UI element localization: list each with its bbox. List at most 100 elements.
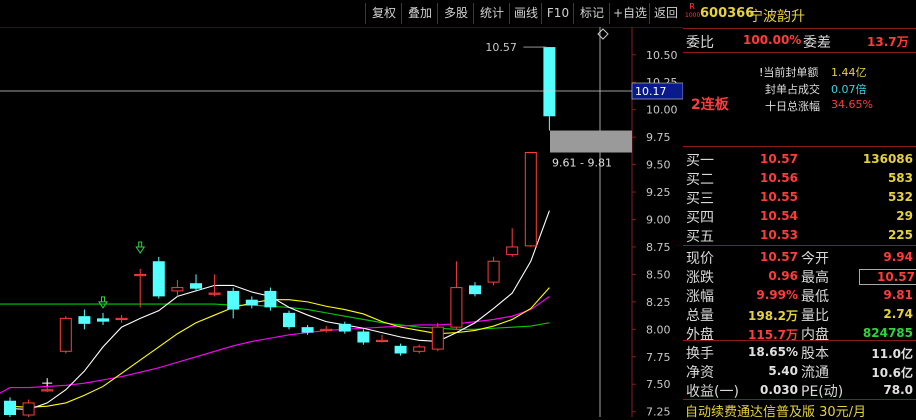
stat-label: 涨幅 — [686, 289, 714, 305]
candle-up — [59, 317, 72, 352]
rzrq-badge: R 1000 — [685, 2, 701, 19]
stock-name: 宁波韵升 — [749, 9, 805, 25]
diamond-marker-icon — [597, 28, 609, 40]
add-watchlist-button[interactable]: +自选 — [609, 3, 650, 24]
bid-volume: 29 — [896, 209, 913, 223]
y-tick-label: 8.50 — [646, 268, 671, 281]
signal-arrow-icon — [135, 241, 146, 254]
fin-label: 流通 — [801, 365, 829, 381]
y-tick-label: 10.00 — [646, 104, 678, 117]
y-tick-label: 7.75 — [646, 351, 671, 364]
stat-value: 824785 — [862, 326, 913, 340]
fin-label: 股本 — [801, 346, 829, 362]
statistics-button[interactable]: 统计 — [473, 3, 510, 24]
weibi-value: 100.00% — [743, 33, 802, 47]
fin-value: 0.030 — [760, 383, 798, 397]
candle-up — [487, 260, 500, 283]
overlay-button[interactable]: 叠加 — [401, 3, 438, 24]
candle-up — [431, 326, 444, 350]
candle-up — [413, 346, 426, 352]
y-tick-label: 8.75 — [646, 241, 671, 254]
bid-price: 10.54 — [760, 209, 798, 223]
candle-down — [469, 285, 481, 295]
candle-up — [450, 287, 463, 328]
fin-value: 10.6亿 — [871, 366, 913, 380]
chart-toolbar: 复权 叠加 多股 统计 画线 F10 标记 +自选 返回 — [0, 0, 683, 27]
stat-label: 今开 — [801, 251, 829, 267]
y-tick-label: 7.50 — [646, 378, 671, 391]
stat-label: 涨跌 — [686, 270, 714, 286]
bid-volume: 583 — [887, 171, 913, 185]
candle-down — [190, 283, 202, 289]
bid-label: 买二 — [686, 172, 714, 188]
multi-stock-button[interactable]: 多股 — [437, 3, 474, 24]
y-tick-label: 8.25 — [646, 296, 671, 309]
seal-ratio-label: 封单占成交 — [765, 83, 820, 96]
signal-arrow-icon — [98, 296, 108, 309]
seal-amount-value: 1.44亿 — [831, 66, 867, 79]
y-tick-label: 9.25 — [646, 186, 671, 199]
candle-down — [394, 345, 407, 354]
stat-value: 198.2万 — [748, 309, 798, 323]
y-tick-label: 10.50 — [646, 49, 678, 62]
y-tick-label: 8.00 — [646, 323, 671, 336]
kline-chart[interactable]: 10.5010.2510.009.759.509.259.008.758.508… — [0, 27, 683, 417]
stat-value: 9.94 — [883, 250, 913, 264]
stat-label: 现价 — [686, 251, 714, 267]
seal-amount-label: !当前封单额 — [759, 66, 819, 79]
range-highlight-band — [550, 130, 632, 153]
candle-up — [171, 287, 184, 292]
back-button[interactable]: 返回 — [649, 3, 682, 24]
stat-label: 最低 — [801, 289, 829, 305]
candle-up — [506, 246, 519, 256]
mark-button[interactable]: 标记 — [573, 3, 610, 24]
kline-svg[interactable]: 10.5010.2510.009.759.509.259.008.758.508… — [0, 27, 683, 417]
y-tick-label: 9.00 — [646, 214, 671, 227]
f10-button[interactable]: F10 — [541, 3, 574, 24]
candle-down — [78, 316, 91, 324]
stat-label: 外盘 — [686, 327, 714, 343]
candle-up — [22, 402, 35, 416]
subscription-banner[interactable]: 自动续费通达信普及版 30元/月 — [685, 401, 866, 420]
bid-volume: 136086 — [862, 152, 913, 166]
fin-value: 78.0 — [883, 383, 913, 397]
fin-label: 净资 — [686, 365, 714, 381]
ten-day-gain-value: 34.65% — [831, 98, 873, 111]
bid-price: 10.53 — [760, 228, 798, 242]
candle-down — [283, 312, 295, 328]
candle-up — [41, 389, 54, 392]
stat-label: 内盘 — [801, 327, 829, 343]
weicha-label: 委差 — [803, 35, 831, 51]
stat-label: 量比 — [801, 308, 829, 324]
streak-label: 2连板 — [691, 97, 729, 113]
candle-down — [264, 290, 277, 308]
bid-label: 买三 — [686, 191, 714, 207]
y-tick-label: 9.50 — [646, 159, 671, 172]
draw-line-button[interactable]: 画线 — [509, 3, 542, 24]
fin-value: 11.0亿 — [871, 347, 913, 361]
candle-down — [301, 327, 314, 333]
fin-value: 18.65% — [748, 345, 798, 359]
stat-value: 0.96 — [768, 269, 798, 283]
fuquan-button[interactable]: 复权 — [365, 3, 402, 24]
price-tag-label: 10.17 — [635, 85, 667, 98]
ma10-line — [9, 287, 550, 408]
bid-price: 10.57 — [760, 152, 798, 166]
quote-panel: R 1000 600366 宁波韵升 委比 100.00% 委差 13.7万 !当… — [683, 0, 916, 420]
candle-down — [543, 47, 556, 117]
ten-day-gain-label: 十日总涨幅 — [765, 100, 820, 113]
fin-label: 换手 — [686, 346, 714, 362]
bid-label: 买一 — [686, 153, 714, 169]
stat-value: 2.74 — [883, 307, 913, 321]
candle-down — [4, 400, 16, 415]
y-tick-label: 9.75 — [646, 131, 671, 144]
candle-down — [357, 331, 370, 343]
seal-ratio-value: 0.07倍 — [831, 83, 867, 96]
candle-up — [134, 273, 147, 277]
ma5-line — [9, 210, 550, 411]
fin-value: 5.40 — [768, 364, 798, 378]
candle-up — [115, 317, 128, 321]
candle-down — [338, 323, 351, 332]
candle-down — [227, 290, 240, 310]
candle-down — [152, 261, 165, 297]
